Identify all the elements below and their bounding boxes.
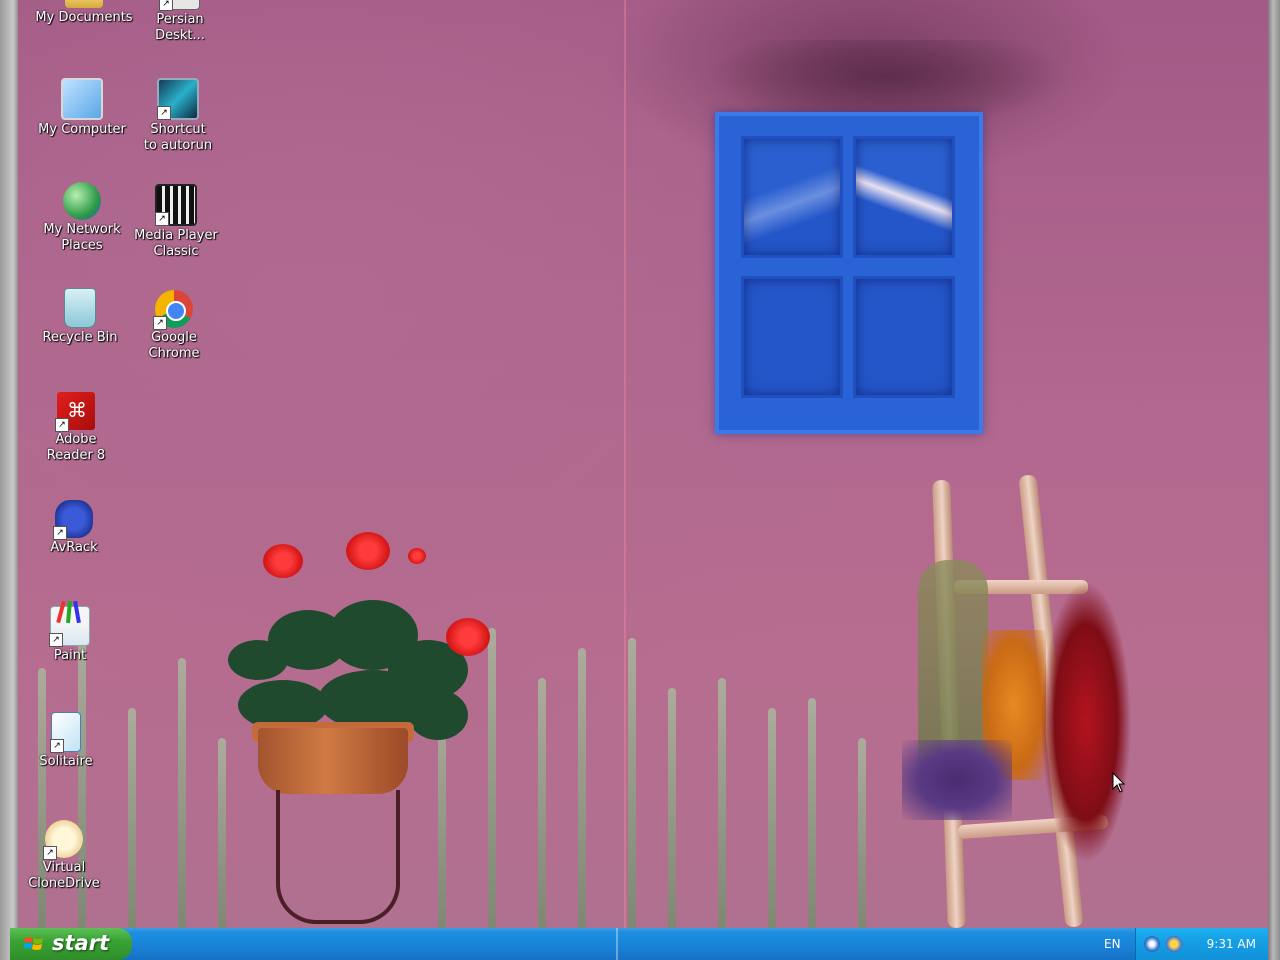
network-globe-icon (63, 182, 101, 220)
shortcut-arrow-icon: ↗ (53, 526, 67, 540)
avrack-icon: ↗ (53, 500, 93, 540)
shortcut-arrow-icon: ↗ (43, 846, 57, 860)
desktop-icon-my-network-places[interactable]: My Network Places (32, 182, 132, 254)
desktop-icon-google-chrome[interactable]: ↗ Google Chrome (124, 290, 224, 362)
clonedrive-sheep-icon: ↗ (43, 820, 83, 860)
media-player-icon: ↗ (155, 184, 197, 226)
shortcut-arrow-icon: ↗ (50, 739, 64, 753)
desktop-icon-label: AvRack (50, 540, 98, 555)
desktop-icon-media-player-classic[interactable]: ↗ Media Player Classic (126, 184, 226, 260)
window-pane (853, 276, 955, 398)
desktop-icon-label: Adobe Reader 8 (46, 432, 106, 463)
paint-icon: ↗ (49, 600, 90, 647)
taskbar-clock[interactable]: 9:31 AM (1207, 937, 1256, 951)
language-indicator[interactable]: EN (1104, 937, 1121, 951)
screen-artifact-line (624, 0, 626, 928)
desktop-icon-my-computer[interactable]: My Computer (32, 78, 132, 138)
blue-window-picture (715, 112, 983, 434)
shortcut-arrow-icon: ↗ (157, 106, 171, 120)
folder-documents-icon (65, 0, 103, 8)
desktop-icon-my-documents[interactable]: My Documents (34, 0, 134, 26)
window-pane (741, 136, 843, 258)
monitor-bezel-right (1266, 0, 1280, 960)
desktop-icon-label: Persian Deskt... (155, 12, 205, 43)
desktop-icon-label: Media Player Classic (134, 228, 218, 259)
shortcut-arrow-icon: ↗ (155, 212, 169, 226)
taskbar: start EN 9:31 AM (10, 928, 1268, 960)
system-tray: 9:31 AM (1135, 928, 1268, 960)
antivirus-tray-icon[interactable] (1166, 936, 1182, 952)
desktop-icon-label: Shortcut to autorun (143, 122, 213, 153)
screen-artifact-line (616, 928, 618, 960)
windows-flag-icon (24, 937, 43, 950)
persian-desktop-icon: ↗ (159, 0, 200, 11)
start-button[interactable]: start (10, 928, 132, 960)
start-label: start (52, 931, 110, 955)
shortcut-arrow-icon: ↗ (159, 0, 173, 11)
shortcut-arrow-icon: ↗ (153, 316, 167, 330)
autorun-icon: ↗ (157, 78, 199, 120)
chrome-icon: ↗ (153, 290, 193, 330)
desktop-icon-label: Paint (53, 648, 87, 663)
desktop-icon-adobe-reader[interactable]: ⌘ ↗ Adobe Reader 8 (26, 392, 126, 464)
network-tray-icon[interactable] (1144, 936, 1160, 952)
recycle-bin-icon (64, 288, 96, 328)
desktop-icon-persian-desktop[interactable]: ↗ Persian Deskt... (130, 0, 230, 44)
window-pane (741, 276, 843, 398)
desktop-icon-label: Virtual CloneDrive (28, 860, 100, 891)
desktop-icon-label: My Network Places (43, 222, 121, 253)
desktop-icon-label: My Documents (35, 10, 133, 25)
desktop-icon-avrack[interactable]: ↗ AvRack (24, 500, 124, 556)
window-pane (853, 136, 955, 258)
desktop-icon-recycle-bin[interactable]: Recycle Bin (30, 288, 130, 346)
shortcut-arrow-icon: ↗ (55, 418, 69, 432)
solitaire-icon: ↗ (50, 712, 81, 753)
desktop-icon-solitaire[interactable]: ↗ Solitaire (18, 712, 116, 770)
computer-icon (61, 78, 103, 120)
desktop-icon-virtual-clonedrive[interactable]: ↗ Virtual CloneDrive (18, 820, 114, 892)
desktop-icon-label: My Computer (38, 122, 126, 137)
desktop-icon-label: Google Chrome (148, 330, 200, 361)
shortcut-arrow-icon: ↗ (49, 633, 63, 647)
desktop-icon-shortcut-autorun[interactable]: ↗ Shortcut to autorun (128, 78, 228, 154)
adobe-reader-icon: ⌘ ↗ (55, 392, 95, 432)
desktop-icon-paint[interactable]: ↗ Paint (20, 600, 120, 664)
desktop-icon-label: Recycle Bin (42, 330, 118, 345)
desktop-icon-label: Solitaire (39, 754, 93, 769)
desktop-wallpaper[interactable]: My Documents ↗ Persian Deskt... My Compu… (18, 0, 1268, 928)
